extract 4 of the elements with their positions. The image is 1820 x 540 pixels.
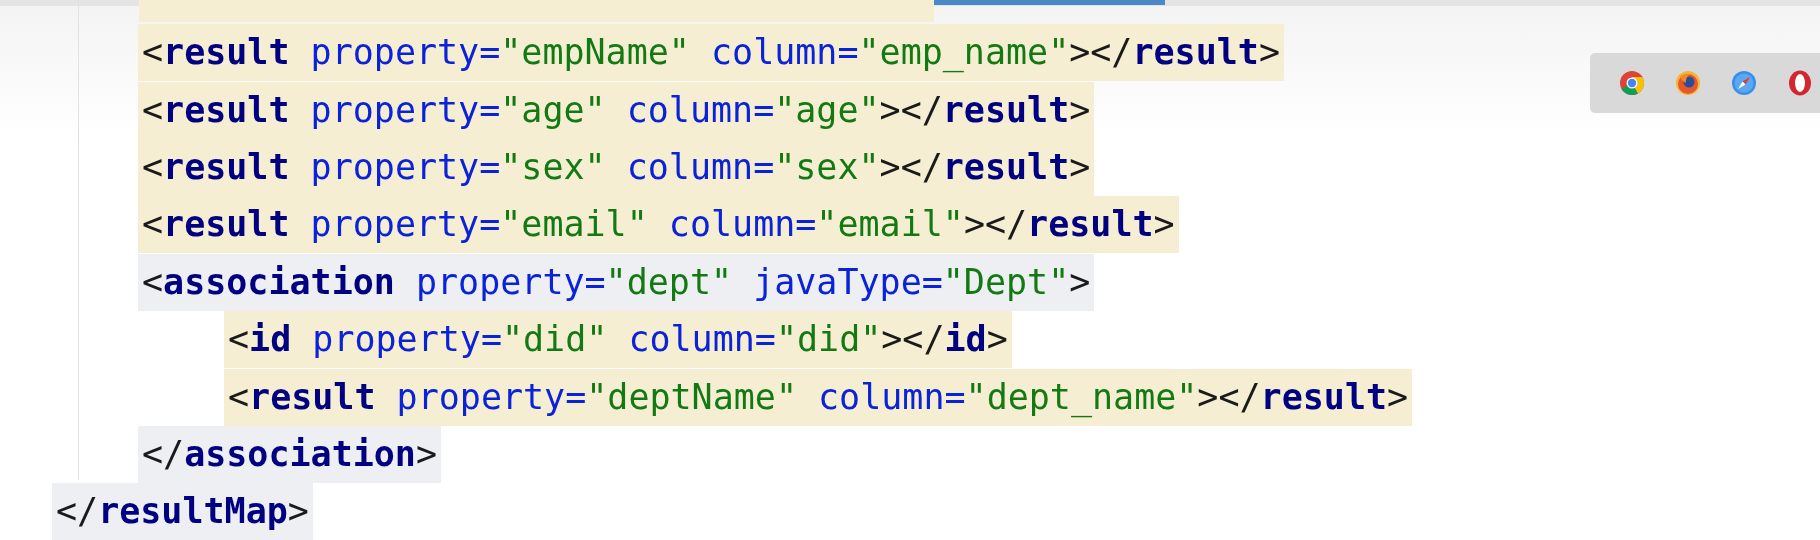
chrome-icon[interactable] (1618, 69, 1646, 97)
firefox-icon[interactable] (1674, 69, 1702, 97)
safari-icon[interactable] (1730, 69, 1758, 97)
opera-icon[interactable] (1786, 69, 1814, 97)
